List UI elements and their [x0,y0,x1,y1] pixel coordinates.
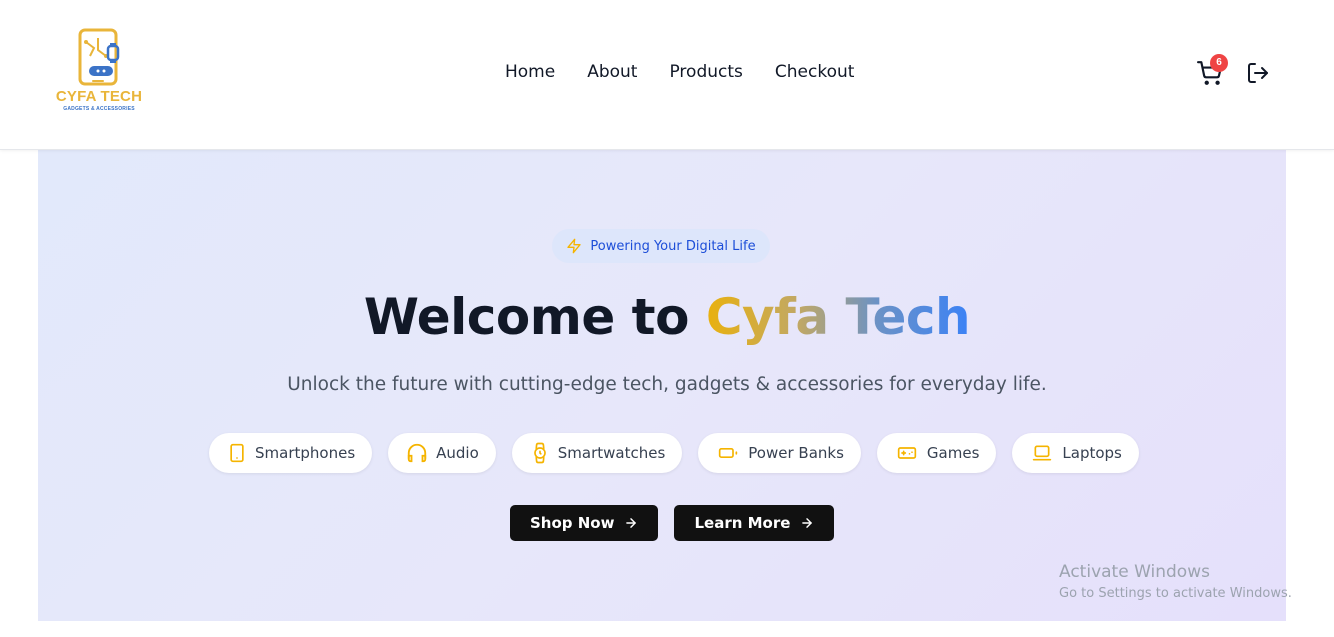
category-chip-smartwatches[interactable]: Smartwatches [511,433,683,473]
hero-subtitle: Unlock the future with cutting-edge tech… [287,374,1047,395]
smartphone-icon [230,443,244,463]
hero-buttons: Shop Now Learn More [510,505,835,541]
brand-logo[interactable]: CYFA TECH GADGETS & ACCESSORIES [54,28,144,116]
nav-home-link[interactable]: Home [505,62,555,82]
arrow-right-icon [626,518,637,528]
nav-products-link[interactable]: Products [669,62,742,82]
laptop-icon [1033,445,1052,461]
shop-now-button[interactable]: Shop Now [510,505,659,541]
brand-name: CYFA TECH [55,88,143,105]
hero-title-highlight: Cyfa Tech [705,288,971,346]
category-chip-audio[interactable]: Audio [388,433,496,473]
category-label: Games [926,444,980,462]
headphones-icon [407,443,427,463]
category-label: Smartphones [255,444,356,462]
category-chip-games[interactable]: Games [876,433,997,473]
lightning-icon [567,238,582,254]
main-nav: Home About Products Checkout [505,62,854,82]
category-label: Laptops [1062,444,1122,462]
arrow-right-icon [802,518,813,528]
category-chip-smartphones[interactable]: Smartphones [209,433,373,473]
category-chip-power-banks[interactable]: Power Banks [698,433,861,473]
hero-title-prefix: Welcome to [363,288,706,346]
battery-icon [719,448,738,458]
learn-more-button[interactable]: Learn More [674,505,835,541]
category-label: Smartwatches [557,444,666,462]
tagline-pill: Powering Your Digital Life [552,229,770,263]
logout-icon [1248,63,1268,83]
logout-button[interactable] [1246,61,1270,85]
watch-icon [533,442,546,464]
windows-activation-watermark: Activate Windows Go to Settings to activ… [1059,562,1292,601]
watermark-title: Activate Windows [1059,562,1210,582]
tagline-text: Powering Your Digital Life [590,238,756,254]
nav-about-link[interactable]: About [587,62,637,82]
nav-checkout-link[interactable]: Checkout [775,62,855,82]
cart-count-badge: 6 [1210,54,1228,72]
gamepad-icon [897,447,917,459]
phone-gadget-logo-icon [78,28,120,86]
category-label: Power Banks [748,444,844,462]
watermark-subtitle: Go to Settings to activate Windows. [1059,586,1292,601]
learn-more-label: Learn More [694,514,791,532]
category-chips: Smartphones Audio Smartwatches Power Ban… [209,433,1139,473]
brand-tagline: GADGETS & ACCESSORIES [63,106,135,112]
site-header: CYFA TECH GADGETS & ACCESSORIES Home Abo… [0,0,1334,150]
hero-title: Welcome to Cyfa Tech [0,288,1334,346]
category-label: Audio [436,444,479,462]
shop-now-label: Shop Now [530,514,615,532]
category-chip-laptops[interactable]: Laptops [1012,433,1139,473]
